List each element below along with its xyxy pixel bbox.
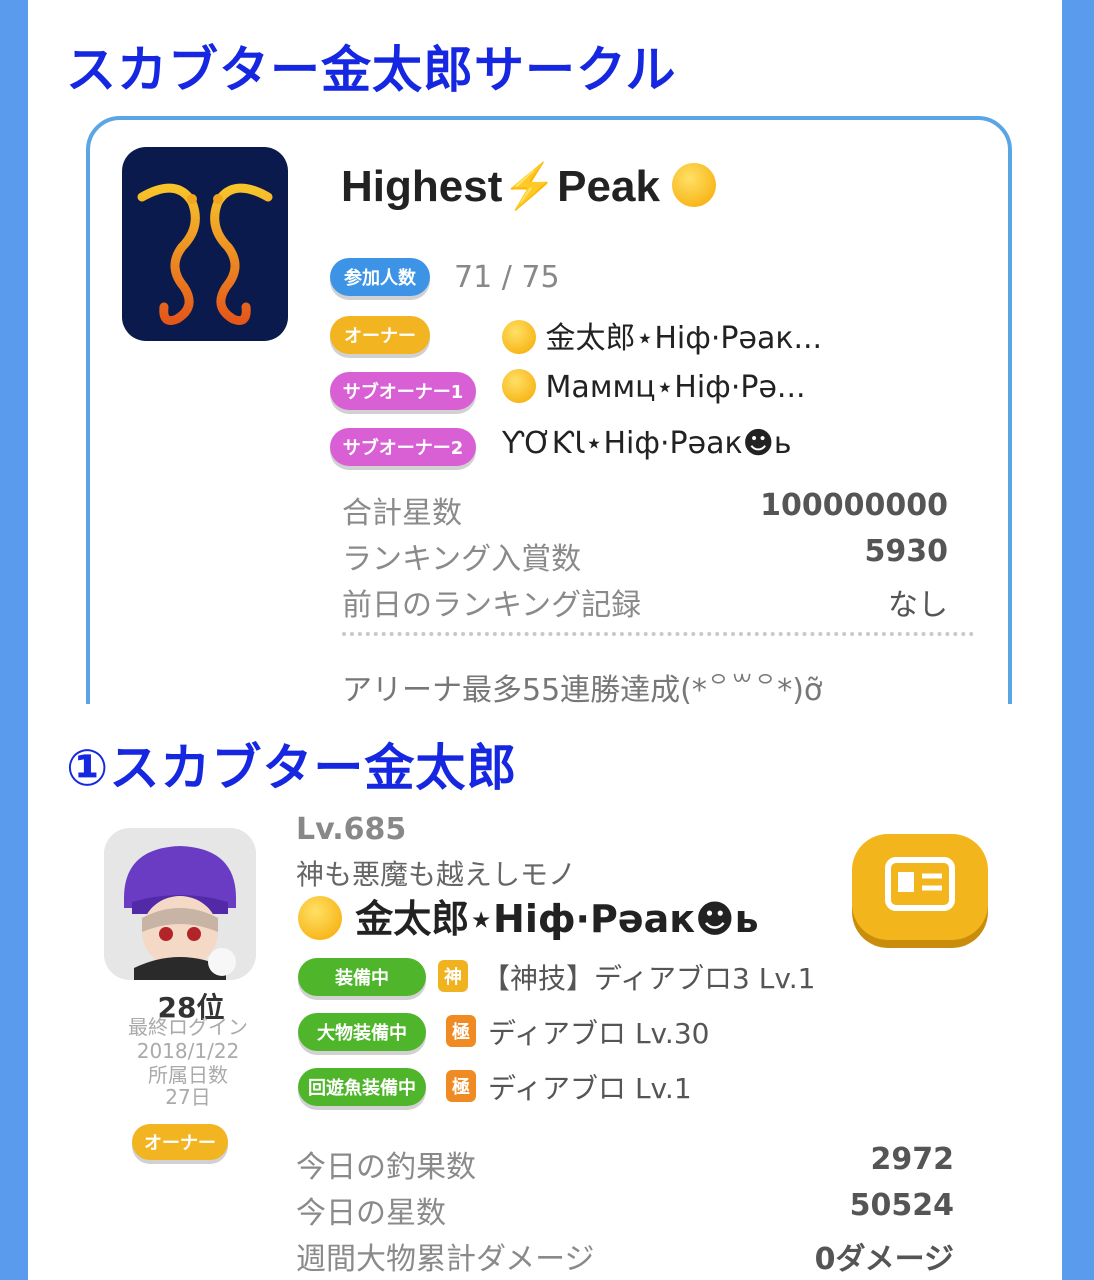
profile-card-button[interactable] (852, 834, 988, 940)
lightning-icon: ⚡ (502, 162, 558, 211)
winking-tongue-emoji-icon (672, 163, 717, 208)
stat-value-prev-ranking: なし (888, 588, 948, 623)
member-name: 金太郎⋆Hiф·Pǝaк☻ь (298, 888, 759, 944)
member-stat-label-catch: 今日の釣果数 (296, 1150, 476, 1185)
equip-badge-main: 装備中 (298, 958, 426, 996)
stat-label-total-stars: 合計星数 (342, 496, 462, 531)
member-heading: ①スカブター金太郎 (66, 739, 518, 797)
stat-label-prev-ranking: 前日のランキング記録 (342, 588, 642, 623)
equip-bigfish-text: ディアブロ Lv.30 (488, 1017, 710, 1050)
member-stat-label-damage: 週間大物累計ダメージ (296, 1242, 595, 1277)
page: スカブター金太郎サークル Highest⚡Peak 参加人数 71 / 75 オ… (28, 0, 1062, 1280)
member-stat-value-catch: 2972 (870, 1142, 955, 1177)
stat-label-ranking-count: ランキング入賞数 (342, 542, 582, 577)
members-badge: 参加人数 (330, 258, 430, 296)
equip-badge-migratory: 回遊魚装備中 (298, 1068, 426, 1106)
seahorse-icon (122, 147, 288, 341)
days-label: 所属日数 (148, 1063, 228, 1087)
owner-name[interactable]: 金太郎⋆Hiф·Pǝaк... (502, 313, 822, 357)
equip-main-text: 【神技】ディアブロ3 Lv.1 (482, 962, 816, 995)
equip-badge-bigfish: 大物装備中 (298, 1013, 426, 1051)
member-level: Lv.685 (296, 812, 407, 847)
members-count: 71 / 75 (454, 260, 560, 295)
subowner1-name[interactable]: Mаммц⋆Hiф·Pǝ... (502, 368, 806, 406)
extreme-rank-icon: 極 (446, 1070, 476, 1102)
profile-card-icon (885, 857, 955, 911)
subowner2-name[interactable]: ƳƠƘƖ⋆Hiф·Pǝaк☻ь (502, 426, 792, 461)
stat-value-ranking-count: 5930 (864, 534, 949, 569)
god-rank-icon: 神 (438, 960, 468, 992)
member-title: 神も悪魔も越えしモノ (296, 858, 577, 891)
circle-name: Highest⚡Peak (341, 160, 717, 212)
extreme-rank-icon: 極 (446, 1015, 476, 1047)
days-value: 27日 (165, 1085, 211, 1109)
winking-tongue-emoji-icon (298, 895, 342, 940)
equip-migratory-text: ディアブロ Lv.1 (488, 1072, 692, 1105)
member-role-badge: オーナー (132, 1124, 228, 1160)
last-login-label: 最終ログイン (128, 1015, 248, 1039)
last-login-date: 2018/1/22 (136, 1039, 240, 1063)
subowner2-badge: サブオーナー2 (330, 428, 476, 466)
circle-heading: スカブター金太郎サークル (66, 41, 677, 99)
owner-badge: オーナー (330, 316, 430, 354)
arena-record: アリーナ最多55連勝達成(*꒪꒳꒪*)ỡ (342, 673, 823, 708)
member-stat-value-stars: 50524 (849, 1188, 954, 1223)
subowner1-badge: サブオーナー1 (330, 372, 476, 410)
winking-tongue-emoji-icon (502, 368, 536, 403)
member-stat-label-stars: 今日の星数 (296, 1196, 446, 1231)
avatar[interactable] (104, 828, 256, 980)
stat-value-total-stars: 100000000 (760, 488, 948, 523)
divider (342, 632, 974, 636)
member-stat-value-damage: 0ダメージ (814, 1242, 954, 1277)
winking-tongue-emoji-icon (502, 319, 536, 354)
